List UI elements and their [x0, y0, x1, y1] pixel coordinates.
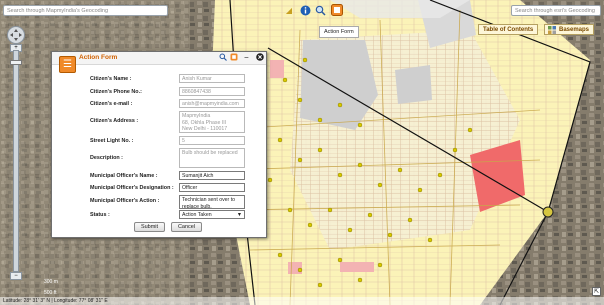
submit-button[interactable]: Submit [134, 222, 165, 232]
coordinates-bar: Latitude: 28° 31' 3" N | Longitude: 77° … [0, 297, 604, 305]
citizen-phone-label: Citizen's Phone No.: [90, 89, 142, 95]
table-of-contents-button[interactable]: Table of Contents [478, 24, 539, 35]
zoom-slider-handle[interactable] [10, 60, 22, 65]
citizen-email-field[interactable]: anish@mapmyindia.com [179, 99, 245, 108]
officer-action-field[interactable]: Technician sent over to replace bulb. [179, 195, 245, 209]
pan-control[interactable] [7, 26, 25, 44]
street-light-label: Street Light No. : [90, 138, 134, 144]
expand-icon[interactable]: ⇱ [592, 287, 601, 296]
measure-icon[interactable]: ◢ [283, 4, 295, 16]
minimize-icon[interactable]: – [242, 53, 251, 62]
status-label: Status : [90, 212, 110, 218]
basemaps-icon [548, 26, 556, 39]
scale-bar-metric: 300 m [44, 279, 58, 285]
officer-action-label: Municipal Officer's Action : [90, 198, 160, 204]
action-form-dialog: Action Form – ☰ Citizen's Name : Anish K… [51, 51, 267, 238]
description-label: Description : [90, 155, 123, 161]
description-field[interactable]: Bulb should be replaced [179, 148, 245, 168]
search-icon[interactable] [314, 4, 326, 16]
action-form-icon: ☰ [59, 56, 76, 73]
dialog-header: Action Form – [52, 52, 266, 65]
basemaps-button[interactable]: Basemaps [544, 24, 595, 35]
close-icon[interactable] [255, 53, 264, 62]
officer-designation-field[interactable]: Officer [179, 183, 245, 192]
citizen-address-label: Citizen's Address : [90, 118, 139, 124]
form-icon[interactable] [229, 53, 238, 62]
pan-arrows-icon [10, 29, 22, 41]
esri-search-input[interactable]: Search through esri's Geocoding [511, 5, 601, 16]
officer-name-label: Municipal Officer's Name : [90, 173, 158, 179]
basemaps-label: Basemaps [559, 27, 590, 33]
officer-name-field[interactable]: Sumanjit Aich [179, 171, 245, 180]
zoom-slider[interactable] [13, 50, 19, 272]
chevron-down-icon: ▼ [236, 212, 242, 218]
citizen-email-label: Citizen's e-mail : [90, 101, 133, 107]
citizen-address-field[interactable]: MapmyIndia 68, Okhla Phase III New Delhi… [179, 111, 245, 133]
cancel-button[interactable]: Cancel [171, 222, 202, 232]
tooltip: Action Form [319, 26, 359, 38]
zoom-out-button[interactable]: − [10, 272, 22, 280]
scale-bar-imperial: 500 ft [44, 290, 57, 296]
form-icon[interactable] [331, 4, 343, 16]
dialog-title: Action Form [79, 54, 118, 61]
officer-designation-label: Municipal Officer's Designation : [90, 185, 174, 191]
mapmyindia-search-input[interactable]: Search through MapmyIndia's Geocoding [3, 5, 168, 16]
street-light-field[interactable]: 5 [179, 136, 245, 145]
citizen-name-label: Citizen's Name : [90, 76, 132, 82]
status-select[interactable]: Action Taken ▼ [179, 210, 245, 219]
info-icon[interactable] [299, 4, 311, 16]
citizen-phone-field[interactable]: 8860847438 [179, 87, 245, 96]
status-select-value: Action Taken [182, 212, 212, 218]
search-icon[interactable] [218, 53, 227, 62]
citizen-name-field[interactable]: Anish Kumar [179, 74, 245, 83]
